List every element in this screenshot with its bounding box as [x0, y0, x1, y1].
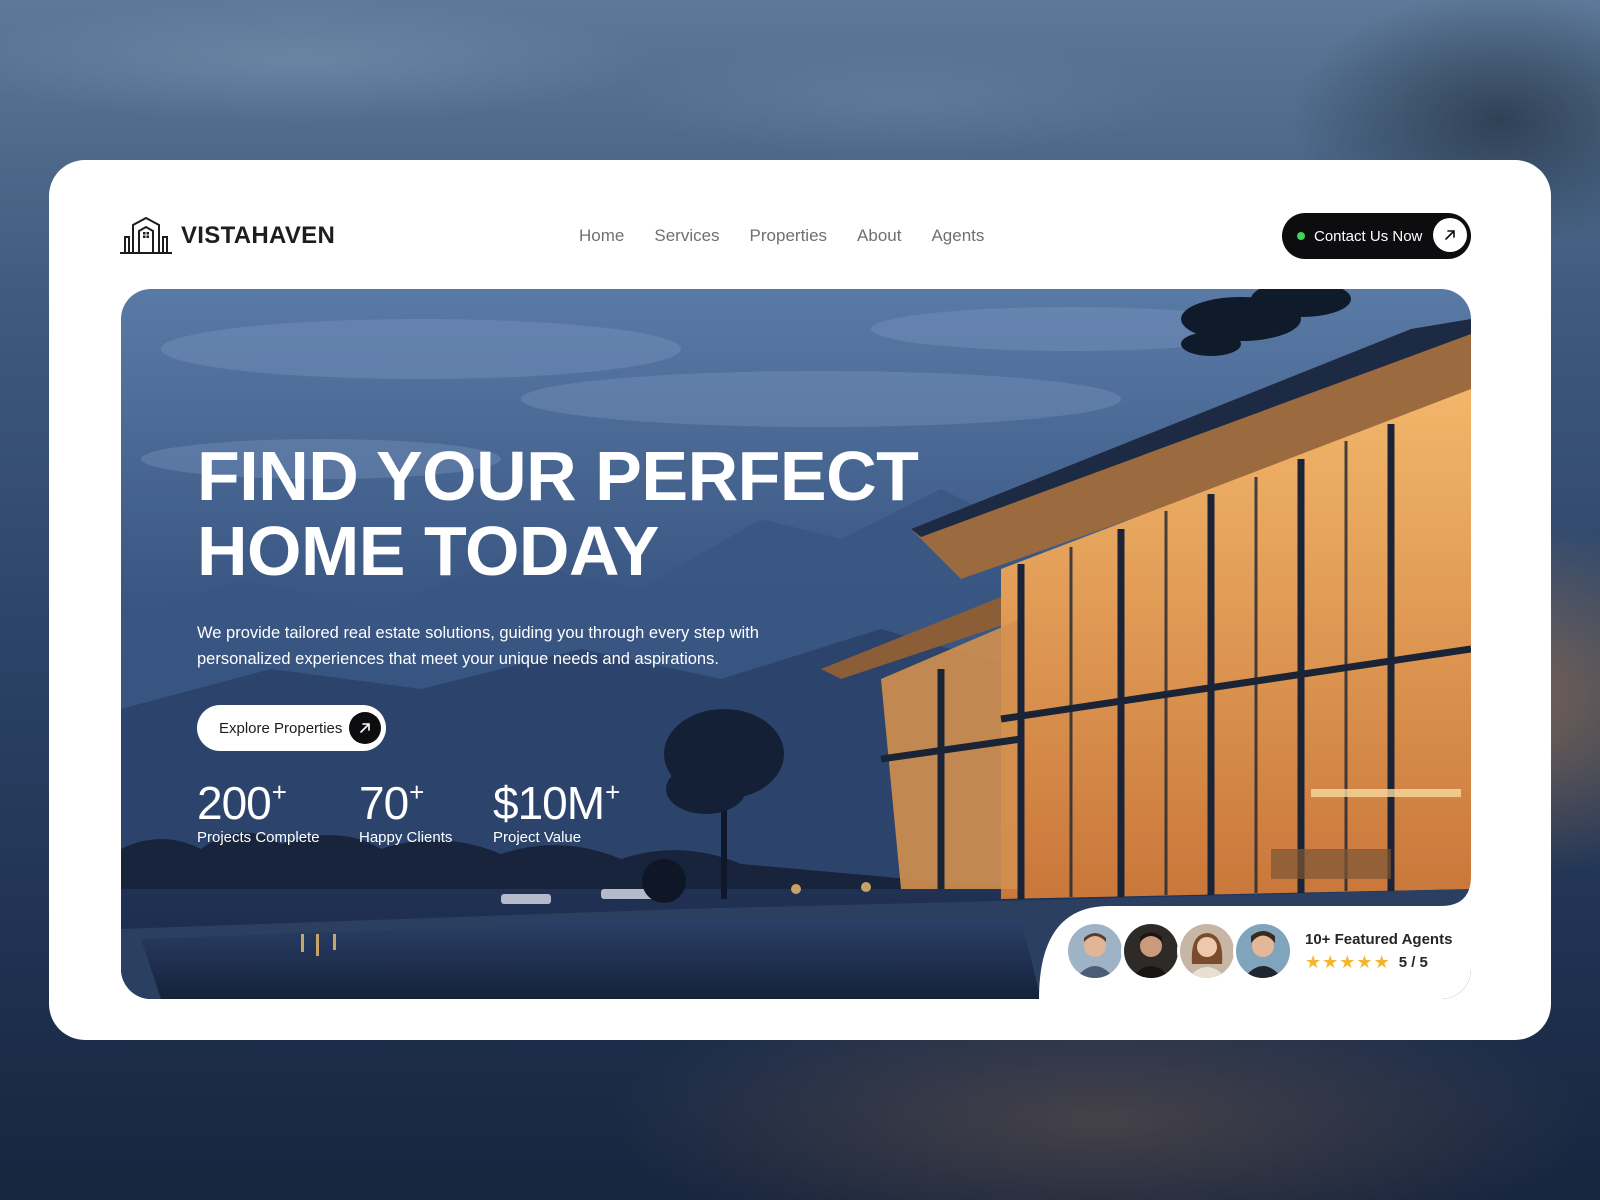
explore-arrow-circle: [349, 712, 381, 744]
nav-item-about[interactable]: About: [857, 226, 901, 246]
explore-properties-button[interactable]: Explore Properties: [197, 705, 386, 751]
nav-item-properties[interactable]: Properties: [750, 226, 827, 246]
avatar[interactable]: [1177, 921, 1237, 981]
contact-us-button[interactable]: Contact Us Now: [1282, 213, 1471, 259]
star-icon: ★: [1322, 952, 1339, 972]
star-icon: ★: [1373, 952, 1390, 972]
stat-label: Happy Clients: [359, 829, 453, 846]
online-status-dot: [1297, 232, 1305, 240]
stat-projects: 200+ Projects Complete: [197, 779, 320, 846]
landing-card: VISTAHAVEN Home Services Properties Abou…: [49, 160, 1551, 1040]
star-icon: ★: [1339, 952, 1356, 972]
stat-value: 200+: [197, 777, 287, 829]
agent-portrait-icon: [1068, 924, 1122, 978]
stat-label: Projects Complete: [197, 829, 320, 846]
star-icon: ★: [1356, 952, 1373, 972]
nav-item-home[interactable]: Home: [579, 226, 624, 246]
stat-label: Project Value: [493, 829, 582, 846]
stat-project-value: $10M+ Project Value: [493, 777, 620, 846]
house-lines-logo-icon: [120, 217, 172, 254]
main-nav: Home Services Properties About Agents: [579, 226, 984, 246]
agent-portrait-icon: [1236, 924, 1290, 978]
avatar[interactable]: [1121, 921, 1181, 981]
avatar[interactable]: [1065, 921, 1125, 981]
stat-value: 70+: [359, 777, 424, 829]
headline-line-1: FIND YOUR PERFECT: [197, 437, 919, 515]
agent-avatars: [1065, 921, 1293, 981]
explore-properties-label: Explore Properties: [219, 719, 343, 737]
stat-value: $10M+: [493, 777, 620, 829]
hero-headline: FIND YOUR PERFECT HOME TODAY: [197, 439, 997, 589]
star-icon: ★: [1305, 952, 1322, 972]
contact-us-label: Contact Us Now: [1314, 227, 1423, 245]
agents-title: 10+ Featured Agents: [1305, 931, 1453, 948]
brand-logo[interactable]: VISTAHAVEN: [119, 217, 335, 255]
contact-arrow-circle: [1433, 218, 1467, 252]
featured-agents-badge[interactable]: 10+ Featured Agents ★ ★ ★ ★ ★ 5 / 5: [1059, 906, 1479, 996]
arrow-up-right-icon: [360, 723, 370, 733]
agents-info: 10+ Featured Agents ★ ★ ★ ★ ★ 5 / 5: [1305, 931, 1452, 971]
brand-name: VISTAHAVEN: [181, 222, 336, 249]
agent-portrait-icon: [1124, 924, 1178, 978]
rating-value: 5 / 5: [1398, 953, 1428, 971]
rating-row: ★ ★ ★ ★ ★ 5 / 5: [1305, 953, 1452, 971]
hero-subtext: We provide tailored real estate solution…: [197, 624, 759, 668]
agent-portrait-icon: [1180, 924, 1234, 978]
hero-banner: FIND YOUR PERFECT HOME TODAY We provide …: [121, 289, 1471, 999]
stat-clients: 70+ Happy Clients: [359, 779, 452, 846]
arrow-up-right-icon: [1445, 230, 1455, 240]
nav-item-services[interactable]: Services: [654, 226, 719, 246]
nav-item-agents[interactable]: Agents: [931, 226, 984, 246]
avatar[interactable]: [1233, 921, 1293, 981]
headline-line-2: HOME TODAY: [197, 512, 659, 590]
